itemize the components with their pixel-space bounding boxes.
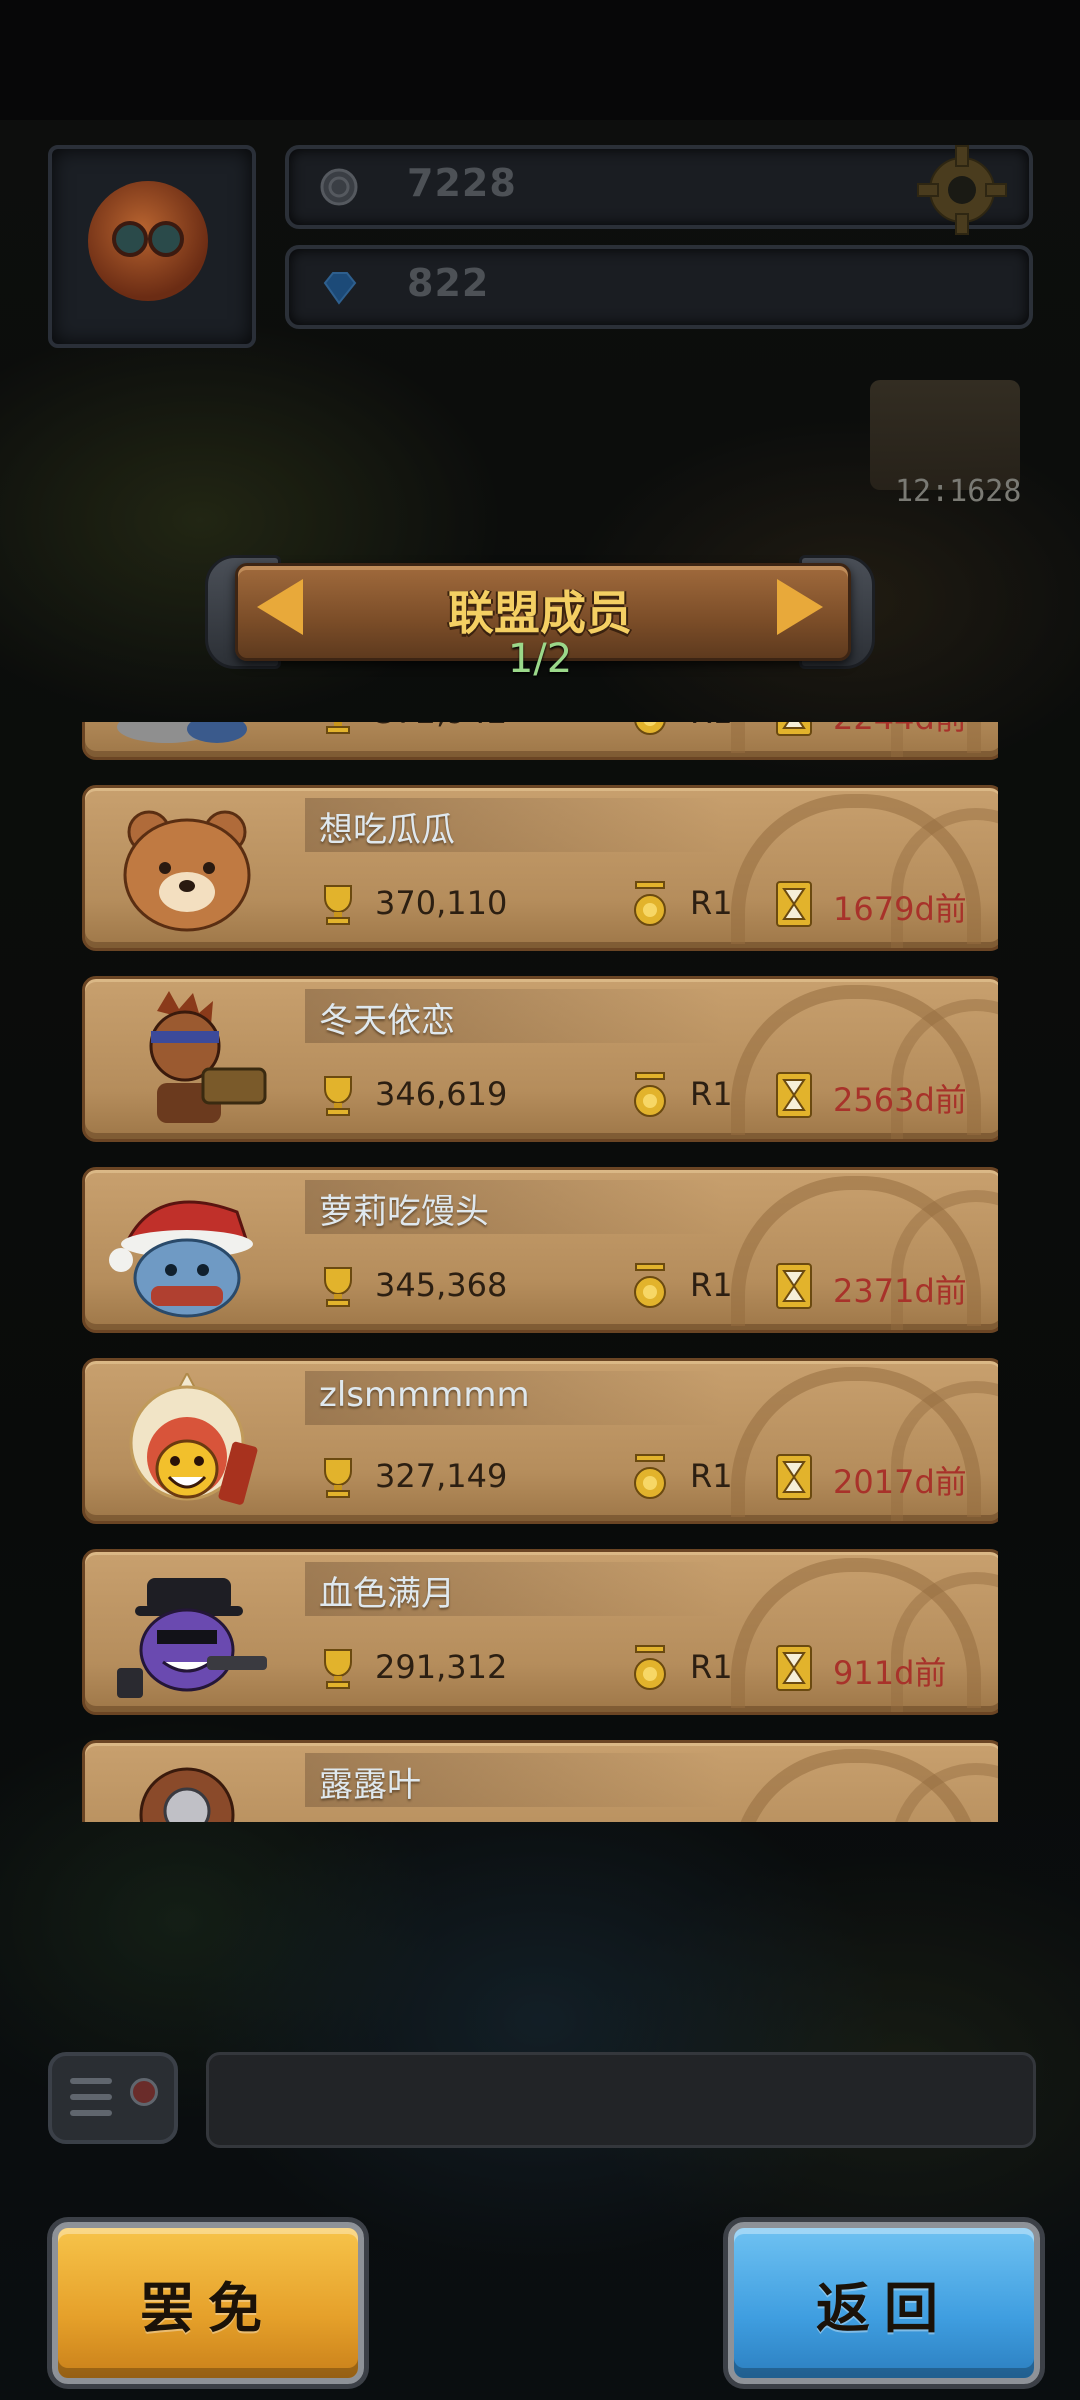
member-last-seen: 1679d前 xyxy=(833,890,967,928)
hourglass-icon xyxy=(776,1454,812,1500)
chat-icon-line xyxy=(70,2094,112,2100)
chat-icon xyxy=(70,2078,112,2084)
rank-medal-icon xyxy=(634,1263,666,1308)
member-card[interactable]: 冬天依恋 346,619 R1 2563d前 xyxy=(82,976,998,1142)
chat-icon-dot xyxy=(130,2078,158,2106)
chat-message-bar[interactable] xyxy=(206,2052,1036,2148)
member-trophies: 372,942 xyxy=(375,722,507,731)
dismiss-button[interactable]: 罢免 xyxy=(52,2222,364,2384)
member-name: 萝莉吃馒头 xyxy=(319,1192,489,1232)
member-name: 露露叶 xyxy=(319,1765,421,1805)
trophy-icon xyxy=(326,722,350,734)
member-trophies: 291,312 xyxy=(375,1648,508,1686)
gold-coin-icon xyxy=(320,168,358,206)
hourglass-icon xyxy=(776,1645,812,1691)
rank-medal-icon xyxy=(634,1645,666,1690)
member-card[interactable]: 萝莉吃馒头 345,368 R1 2371d前 xyxy=(82,1167,998,1333)
gear-icon[interactable] xyxy=(912,140,1012,240)
player-avatar[interactable] xyxy=(48,145,256,348)
trophy-icon xyxy=(324,1458,352,1498)
rank-medal-icon xyxy=(634,722,666,735)
member-card[interactable]: 血色满月 291,312 R1 911d前 xyxy=(82,1549,998,1715)
member-last-seen: 2244d前 xyxy=(833,722,967,739)
member-card[interactable]: 372,942 R1 2244d前 xyxy=(82,722,998,760)
gold-value: 7228 xyxy=(407,161,517,205)
monkey-king-avatar xyxy=(129,1373,258,1505)
robot-avatar xyxy=(139,1767,235,1822)
hourglass-icon xyxy=(776,881,812,927)
member-name: 想吃瓜瓜 xyxy=(319,810,455,850)
member-name: 冬天依恋 xyxy=(319,1001,455,1041)
gem-value: 822 xyxy=(407,261,490,305)
member-rank: R1 xyxy=(690,1075,733,1113)
rank-medal-icon xyxy=(634,1072,666,1117)
rank-medal-icon xyxy=(634,1454,666,1499)
member-rank: R1 xyxy=(690,722,733,731)
trophy-icon xyxy=(324,885,352,925)
member-list[interactable]: 372,942 R1 2244d前 想吃瓜瓜 370,110 R1 1679d前 xyxy=(82,722,998,1822)
member-trophies: 370,110 xyxy=(375,884,508,922)
member-last-seen: 2371d前 xyxy=(833,1272,967,1310)
castle-timer: 12:1628 xyxy=(895,474,1022,509)
trophy-icon xyxy=(324,1267,352,1307)
member-card[interactable]: zlsmmmmm 327,149 R1 2017d前 xyxy=(82,1358,998,1524)
member-avatar xyxy=(117,722,247,743)
chat-button[interactable] xyxy=(48,2052,178,2144)
member-name: zlsmmmmm xyxy=(319,1375,530,1415)
trophy-icon xyxy=(324,1076,352,1116)
chat-icon-line xyxy=(70,2110,112,2116)
gem-icon xyxy=(323,272,357,305)
member-card[interactable]: 想吃瓜瓜 370,110 R1 1679d前 xyxy=(82,785,998,951)
member-last-seen: 2563d前 xyxy=(833,1081,967,1119)
member-trophies: 327,149 xyxy=(375,1457,508,1495)
member-rank: R1 xyxy=(690,1266,733,1304)
member-rank: R1 xyxy=(690,1648,733,1686)
gangster-avatar xyxy=(117,1578,267,1698)
page-indicator: 1/2 xyxy=(507,636,573,682)
member-trophies: 345,368 xyxy=(375,1266,508,1304)
member-rank: R1 xyxy=(690,1457,733,1495)
gunner-avatar xyxy=(149,991,267,1123)
trophy-icon xyxy=(324,1649,352,1689)
back-button[interactable]: 返回 xyxy=(728,2222,1040,2384)
member-card[interactable]: 露露叶 xyxy=(82,1740,998,1822)
member-last-seen: 2017d前 xyxy=(833,1463,967,1501)
hourglass-icon xyxy=(776,722,812,736)
member-name: 血色满月 xyxy=(319,1574,455,1614)
hourglass-icon xyxy=(776,1072,812,1118)
santa-hat-avatar xyxy=(109,1200,253,1318)
panel-title: 联盟成员 xyxy=(448,586,632,640)
hourglass-icon xyxy=(776,1263,812,1309)
rank-medal-icon xyxy=(634,881,666,926)
gem-counter[interactable]: 822 xyxy=(285,245,1033,329)
member-trophies: 346,619 xyxy=(375,1075,508,1113)
player-avatar-face xyxy=(88,181,208,301)
member-last-seen: 911d前 xyxy=(833,1654,947,1692)
member-rank: R1 xyxy=(690,884,733,922)
bear-avatar xyxy=(123,810,251,932)
